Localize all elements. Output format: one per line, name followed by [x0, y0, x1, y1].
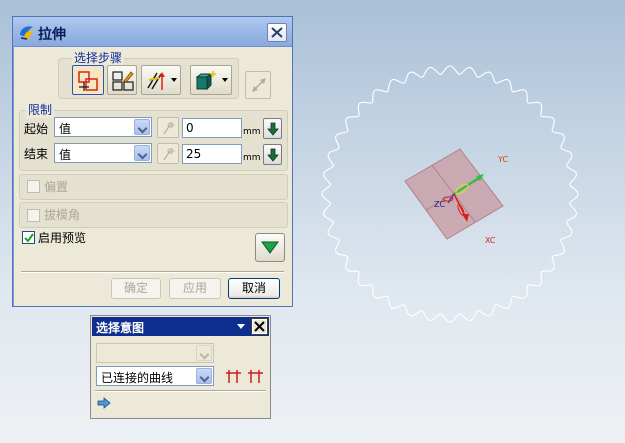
limits-label: 限制 [26, 101, 55, 118]
cancel-button[interactable]: 取消 [228, 278, 280, 299]
section-step-button[interactable] [72, 65, 104, 95]
start-distance-input[interactable]: 0 [182, 118, 242, 138]
stop-at-intersection-button[interactable] [225, 368, 243, 384]
green-down-arrow-icon [267, 148, 279, 162]
follow-fillet-icon [248, 370, 263, 383]
draft-label: 拔模角 [44, 208, 81, 222]
reverse-direction-button[interactable] [245, 71, 271, 99]
selection-intent-titlebar[interactable]: 选择意图 [92, 317, 269, 336]
offset-label: 偏置 [44, 180, 69, 194]
stop-at-intersection-icon [226, 370, 241, 383]
end-label: 结束 [24, 147, 49, 161]
curve-rule-select[interactable]: 已连接的曲线 [96, 366, 214, 386]
sketch-icon [112, 71, 134, 91]
green-down-arrow-icon [267, 122, 279, 136]
chevron-down-icon[interactable] [196, 345, 212, 361]
close-icon [271, 27, 283, 38]
dialog-title: 拉伸 [38, 27, 66, 43]
direction-step-button[interactable] [141, 65, 181, 95]
next-step-button[interactable] [97, 397, 113, 411]
chevron-down-icon[interactable] [196, 368, 212, 384]
expand-down-icon [261, 241, 279, 254]
close-icon [254, 321, 265, 332]
checkmark-icon [24, 233, 34, 243]
start-options-button[interactable] [263, 118, 282, 139]
reverse-direction-icon [252, 78, 266, 92]
boolean-step-button[interactable] [190, 65, 232, 95]
toolbar-menu-icon[interactable] [237, 324, 245, 329]
preview-checkbox[interactable] [22, 231, 35, 244]
arrow-right-icon [97, 397, 111, 409]
start-unit: mm [243, 127, 261, 137]
end-measure-button[interactable] [157, 143, 179, 164]
sketch-section-button[interactable] [107, 65, 137, 95]
end-unit: mm [243, 153, 261, 163]
chevron-down-icon[interactable] [134, 145, 150, 161]
draft-checkbox[interactable] [27, 209, 40, 222]
vector-direction-icon [147, 72, 165, 90]
apply-button[interactable]: 应用 [169, 278, 221, 299]
start-mode-value: 值 [59, 122, 72, 136]
end-mode-select[interactable]: 值 [54, 143, 152, 163]
end-options-button[interactable] [263, 144, 282, 165]
follow-fillet-button[interactable] [247, 368, 265, 384]
measure-icon [163, 148, 175, 161]
boolean-body-icon [195, 71, 216, 91]
start-mode-select[interactable]: 值 [54, 117, 152, 137]
start-distance-value: 0 [186, 121, 194, 135]
ok-button[interactable]: 确定 [111, 278, 161, 299]
footer-divider [21, 271, 284, 273]
curve-rule-value: 已连接的曲线 [101, 371, 174, 385]
section-select-icon [78, 71, 98, 91]
extrude-dialog: 拉伸 选择步骤 限制 起始 值 0 mm 结束 值 25 mm 偏置 拔模角 启… [12, 16, 293, 307]
extrude-app-icon [20, 26, 34, 40]
more-options-button[interactable] [255, 233, 285, 262]
selection-intent-toolbar: 选择意图 已连接的曲线 [90, 315, 271, 419]
chevron-down-icon[interactable] [134, 119, 150, 135]
axis-label-yc: YC [497, 155, 508, 164]
chevron-down-icon [222, 78, 228, 82]
axis-label-xc: XC [485, 236, 496, 245]
end-mode-value: 值 [59, 148, 72, 162]
end-distance-value: 25 [186, 147, 202, 161]
end-distance-input[interactable]: 25 [182, 144, 242, 164]
offset-checkbox[interactable] [27, 180, 40, 193]
toolbar-divider [95, 390, 266, 392]
start-measure-button[interactable] [157, 117, 179, 138]
preview-label: 启用预览 [38, 231, 87, 245]
selection-intent-title: 选择意图 [96, 321, 145, 335]
dialog-close-button[interactable] [267, 23, 287, 42]
start-label: 起始 [24, 122, 49, 136]
dialog-titlebar[interactable]: 拉伸 [13, 17, 292, 47]
selection-steps-label: 选择步骤 [72, 49, 125, 66]
chevron-down-icon [171, 78, 177, 82]
axis-label-zc: ZC [434, 200, 445, 209]
type-filter-select[interactable] [96, 343, 214, 363]
toolbar-close-button[interactable] [251, 318, 268, 335]
measure-icon [163, 122, 175, 135]
